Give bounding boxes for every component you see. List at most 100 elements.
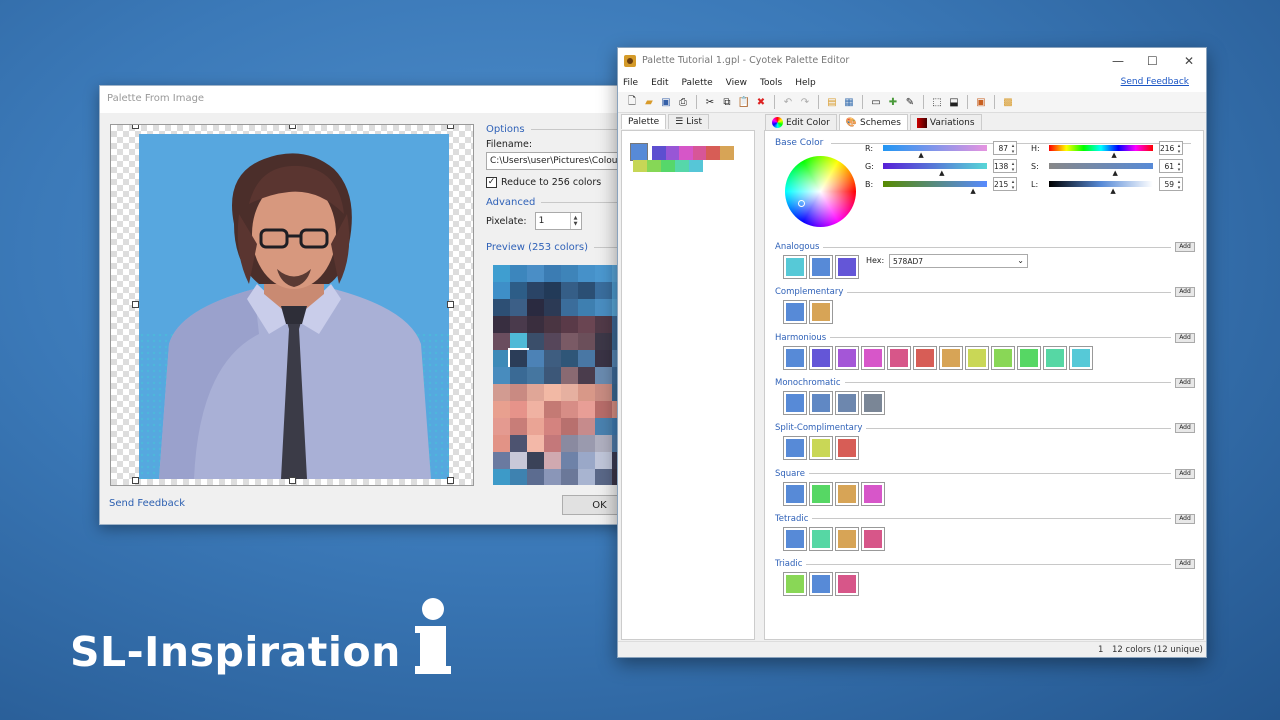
scheme-swatch[interactable] [809,481,833,506]
preview-pixel[interactable] [493,401,510,418]
tab-list[interactable]: ☰ List [668,114,709,129]
preview-pixel[interactable] [595,265,612,282]
preview-pixel[interactable] [527,452,544,469]
pixelate-value[interactable]: 1 [536,213,570,229]
preview-pixel[interactable] [561,265,578,282]
slider-thumb-icon[interactable]: ▲ [939,170,944,177]
channel-value[interactable]: 61 [1159,159,1183,173]
scheme-swatch[interactable] [783,255,807,279]
copy-icon[interactable]: ⧉ [720,95,734,109]
palette-swatch[interactable] [665,146,680,160]
preview-pixel[interactable] [578,265,595,282]
stepper-arrows-icon[interactable]: ▲ ▼ [569,213,581,229]
scheme-swatch[interactable] [835,572,859,597]
color-wheel[interactable] [785,156,856,227]
add-scheme-button[interactable]: Add [1175,559,1195,570]
scheme-swatch[interactable] [783,390,807,415]
preview-pixel[interactable] [561,316,578,333]
scheme-swatch[interactable] [835,436,859,461]
preview-pixel[interactable] [508,348,529,369]
scheme-swatch[interactable] [861,345,885,370]
preview-pixel[interactable] [527,469,544,485]
preview-pixel[interactable] [510,265,527,282]
insert-icon[interactable]: ✚ [886,95,900,109]
scheme-swatch[interactable] [783,481,807,506]
scheme-swatch[interactable] [913,345,937,370]
palette-swatch[interactable] [661,160,675,172]
preview-pixel[interactable] [493,469,510,485]
scheme-swatch[interactable] [783,436,807,461]
image-canvas[interactable] [110,124,474,486]
hsl-slider-row[interactable]: S: ▲ 61 [1031,159,1183,177]
add-scheme-button[interactable]: Add [1175,513,1195,524]
wheel-picker-handle[interactable] [798,200,805,207]
preview-pixel[interactable] [544,265,561,282]
preview-pixel[interactable] [561,452,578,469]
preview-pixel[interactable] [527,401,544,418]
palette-swatch[interactable] [675,160,689,172]
channel-slider[interactable]: ▲ [883,145,987,159]
channel-slider[interactable]: ▲ [883,181,987,195]
preview-pixel[interactable] [510,469,527,485]
scheme-swatch[interactable] [939,345,963,370]
close-icon[interactable]: ✕ [1184,54,1194,68]
preview-pixel[interactable] [578,435,595,452]
menu-edit[interactable]: Edit [651,78,668,88]
preview-pixel[interactable] [493,265,510,282]
preview-pixel[interactable] [595,401,612,418]
add-scheme-button[interactable]: Add [1175,332,1195,343]
scheme-swatch[interactable] [809,526,833,551]
rgb-slider-row[interactable]: R: ▲ 87 [865,141,1017,159]
scheme-swatch[interactable] [783,345,807,370]
scheme-swatch[interactable] [809,345,833,370]
preview-pixel[interactable] [561,350,578,367]
menu-file[interactable]: File [623,78,638,88]
delete-icon[interactable]: ✖ [754,95,768,109]
tab-variations[interactable]: Variations [909,114,982,130]
preview-pixel[interactable] [493,282,510,299]
palette-swatch[interactable] [629,142,649,162]
preview-pixel[interactable] [493,333,510,350]
add-scheme-button[interactable]: Add [1175,468,1195,479]
preview-pixel[interactable] [527,316,544,333]
preview-pixel[interactable] [561,435,578,452]
preview-pixel[interactable] [561,469,578,485]
preview-pixel[interactable] [510,384,527,401]
rgb-slider-row[interactable]: B: ▲ 215 [865,177,1017,195]
preview-pixel[interactable] [578,367,595,384]
slider-thumb-icon[interactable]: ▲ [1111,152,1116,159]
rgb-slider-row[interactable]: G: ▲ 138 [865,159,1017,177]
preview-pixel[interactable] [595,316,612,333]
preview-pixel[interactable] [510,401,527,418]
preview-pixel[interactable] [527,333,544,350]
add-color-icon[interactable]: ▤ [825,95,839,109]
hsl-slider-row[interactable]: L: ▲ 59 [1031,177,1183,195]
preview-pixel[interactable] [595,435,612,452]
palette-swatch[interactable] [679,146,693,160]
hex-value[interactable]: 578AD7 [893,257,923,266]
palette-swatch[interactable] [692,146,707,160]
preview-pixel[interactable] [527,350,544,367]
preview-pixel[interactable] [527,384,544,401]
scheme-swatch[interactable] [809,300,833,325]
scheme-swatch[interactable] [809,572,833,597]
undo-icon[interactable]: ↶ [781,95,795,109]
preview-pixel[interactable] [595,299,612,316]
channel-slider[interactable]: ▲ [1049,163,1153,177]
slider-thumb-icon[interactable]: ▲ [1112,170,1117,177]
add-scheme-button[interactable]: Add [1175,423,1195,434]
preview-pixel[interactable] [510,282,527,299]
preview-pixel[interactable] [578,452,595,469]
reduce-colors-checkbox[interactable]: ✓ [486,177,497,188]
scheme-swatch[interactable] [1017,345,1041,370]
preview-pixel[interactable] [578,316,595,333]
preview-pixel[interactable] [544,282,561,299]
cut-icon[interactable]: ✂ [703,95,717,109]
preview-pixel[interactable] [578,299,595,316]
preview-pixel[interactable] [595,282,612,299]
add-scheme-button[interactable]: Add [1175,242,1195,252]
open-folder-icon[interactable]: ▰ [642,95,656,109]
menu-palette[interactable]: Palette [682,78,713,88]
send-feedback-link[interactable]: Send Feedback [109,498,185,509]
preview-pixel[interactable] [595,469,612,485]
